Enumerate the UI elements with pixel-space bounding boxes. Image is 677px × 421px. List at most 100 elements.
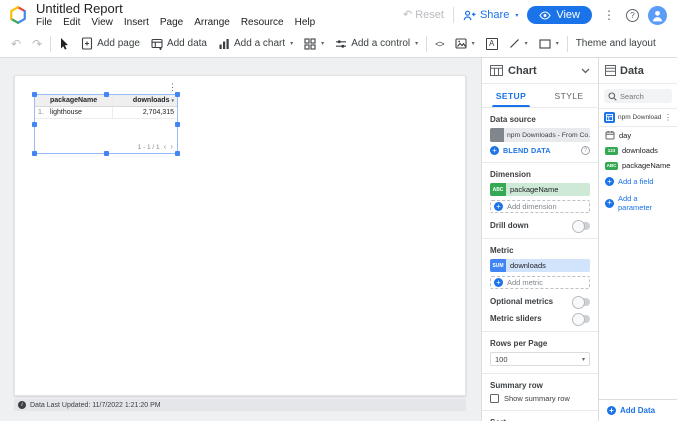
line-tool-button[interactable]: ▾	[506, 36, 531, 51]
selection-handle[interactable]	[32, 151, 37, 156]
edit-icon[interactable]	[490, 128, 504, 142]
selection-handle[interactable]	[32, 92, 37, 97]
report-canvas[interactable]: ⋮ packageName downloads▾	[0, 58, 481, 421]
menu-edit[interactable]: Edit	[63, 17, 80, 29]
drill-down-row: Drill down	[490, 221, 590, 230]
help-icon[interactable]: ?	[581, 146, 590, 155]
selection-handle[interactable]	[104, 151, 109, 156]
add-metric-button[interactable]: + Add metric	[490, 276, 590, 289]
data-panel-title: Data	[620, 65, 644, 77]
select-tool-button[interactable]	[56, 35, 73, 52]
add-page-button[interactable]: Add page	[78, 35, 143, 52]
community-visualizations-button[interactable]: ▾	[301, 36, 327, 52]
add-dimension-button[interactable]: + Add dimension	[490, 200, 590, 213]
metric-chip-downloads[interactable]: SUM downloads	[490, 259, 590, 272]
calendar-icon	[605, 130, 615, 140]
data-source-label: Data source	[490, 115, 590, 124]
optional-metrics-toggle[interactable]	[573, 298, 590, 306]
menu-help[interactable]: Help	[295, 17, 316, 29]
selection-handle[interactable]	[104, 92, 109, 97]
add-icon: +	[607, 406, 616, 415]
show-summary-row: Show summary row	[490, 394, 590, 403]
divider	[482, 238, 598, 239]
image-button[interactable]: ▾	[452, 36, 478, 51]
add-chart-button[interactable]: Add a chart ▾	[215, 36, 296, 52]
help-icon[interactable]: ?	[626, 9, 639, 22]
more-options-icon[interactable]: ⋮	[601, 8, 617, 22]
dimension-label: Dimension	[490, 170, 590, 179]
menu-resource[interactable]: Resource	[241, 17, 284, 29]
add-field-button[interactable]: + Add a field	[599, 173, 677, 190]
metric-sliders-toggle[interactable]	[573, 315, 590, 323]
text-box-button[interactable]: A	[483, 36, 501, 52]
tab-setup[interactable]: SETUP	[482, 84, 540, 107]
eye-icon	[539, 11, 551, 20]
field-day[interactable]: day	[599, 127, 677, 143]
field-packagename[interactable]: ABC packageName	[599, 158, 677, 173]
menu-arrange[interactable]: Arrange	[194, 17, 230, 29]
report-title[interactable]: Untitled Report	[36, 2, 315, 16]
chart-panel-header[interactable]: Chart	[482, 58, 598, 84]
add-icon: +	[494, 278, 503, 287]
embed-url-button[interactable]: <>	[432, 37, 447, 51]
selection-handle[interactable]	[175, 122, 180, 127]
add-data-button[interactable]: + Add Data	[599, 399, 677, 421]
next-page-icon[interactable]: ›	[170, 143, 173, 151]
share-dropdown-icon[interactable]: ▾	[515, 12, 518, 19]
view-button[interactable]: View	[527, 6, 592, 24]
chevron-down-icon: ▾	[415, 40, 418, 47]
search-input[interactable]	[620, 92, 668, 101]
share-button[interactable]: Share ▾	[463, 9, 518, 21]
reset-icon: ↶	[403, 10, 412, 21]
redo-icon: ↷	[32, 38, 42, 50]
add-parameter-button[interactable]: + Add a parameter	[599, 190, 677, 216]
prev-page-icon[interactable]: ‹	[164, 143, 167, 151]
selection-handle[interactable]	[32, 122, 37, 127]
selection-handle[interactable]	[175, 92, 180, 97]
add-control-button[interactable]: Add a control ▾	[332, 36, 421, 52]
column-header-packagename[interactable]: packageName	[47, 95, 112, 107]
dimension-chip-packagename[interactable]: ABC packageName	[490, 183, 590, 196]
reset-button[interactable]: ↶ Reset	[403, 9, 444, 21]
menu-page[interactable]: Page	[160, 17, 183, 29]
cursor-icon	[59, 37, 70, 50]
theme-and-layout-button[interactable]: Theme and layout	[573, 36, 659, 51]
drill-down-label: Drill down	[490, 221, 529, 230]
show-summary-row-checkbox[interactable]	[490, 394, 499, 403]
add-icon: +	[605, 177, 614, 186]
table-chart[interactable]: ⋮ packageName downloads▾	[35, 95, 177, 153]
field-downloads[interactable]: 123 downloads	[599, 143, 677, 158]
data-panel-header: Data	[599, 58, 677, 84]
menu-insert[interactable]: Insert	[124, 17, 149, 29]
selection-handle[interactable]	[175, 151, 180, 156]
rectangle-icon	[539, 39, 551, 49]
title-block: Untitled Report File Edit View Insert Pa…	[36, 2, 315, 29]
menu-file[interactable]: File	[36, 17, 52, 29]
tab-style[interactable]: STYLE	[540, 84, 598, 107]
bar-chart-icon	[218, 38, 230, 50]
looker-studio-logo[interactable]	[8, 5, 28, 25]
blend-data-button[interactable]: BLEND DATA	[503, 146, 551, 155]
source-options-icon[interactable]: ⋮	[664, 113, 672, 122]
search-icon	[608, 92, 617, 101]
search-box[interactable]	[604, 89, 672, 103]
collapse-panel-icon[interactable]	[581, 68, 590, 74]
optional-metrics-label: Optional metrics	[490, 297, 553, 306]
column-header-downloads[interactable]: downloads▾	[112, 95, 177, 107]
menu-view[interactable]: View	[91, 17, 113, 29]
chart-properties-panel: Chart SETUP STYLE Data source npm Downlo…	[481, 58, 598, 421]
add-data-button[interactable]: Add data	[148, 36, 210, 52]
redo-button[interactable]: ↷	[29, 36, 45, 52]
avatar[interactable]	[648, 6, 667, 25]
pagination: 1 - 1 / 1 ‹ ›	[138, 143, 173, 151]
table-row: 1. lighthouse 2,704,315	[35, 107, 177, 119]
report-page[interactable]: ⋮ packageName downloads▾	[14, 75, 466, 396]
rows-per-page-select[interactable]: 100 ▾	[490, 352, 590, 366]
drill-down-toggle[interactable]	[573, 222, 590, 230]
shape-tool-button[interactable]: ▾	[536, 37, 562, 51]
number-type-badge: 123	[605, 147, 618, 155]
metric-label: Metric	[490, 246, 590, 255]
data-source-item[interactable]: npm Downloads - F... ⋮	[599, 108, 677, 127]
data-source-chip[interactable]: npm Downloads - From Co...	[490, 128, 590, 142]
undo-button[interactable]: ↶	[8, 36, 24, 52]
